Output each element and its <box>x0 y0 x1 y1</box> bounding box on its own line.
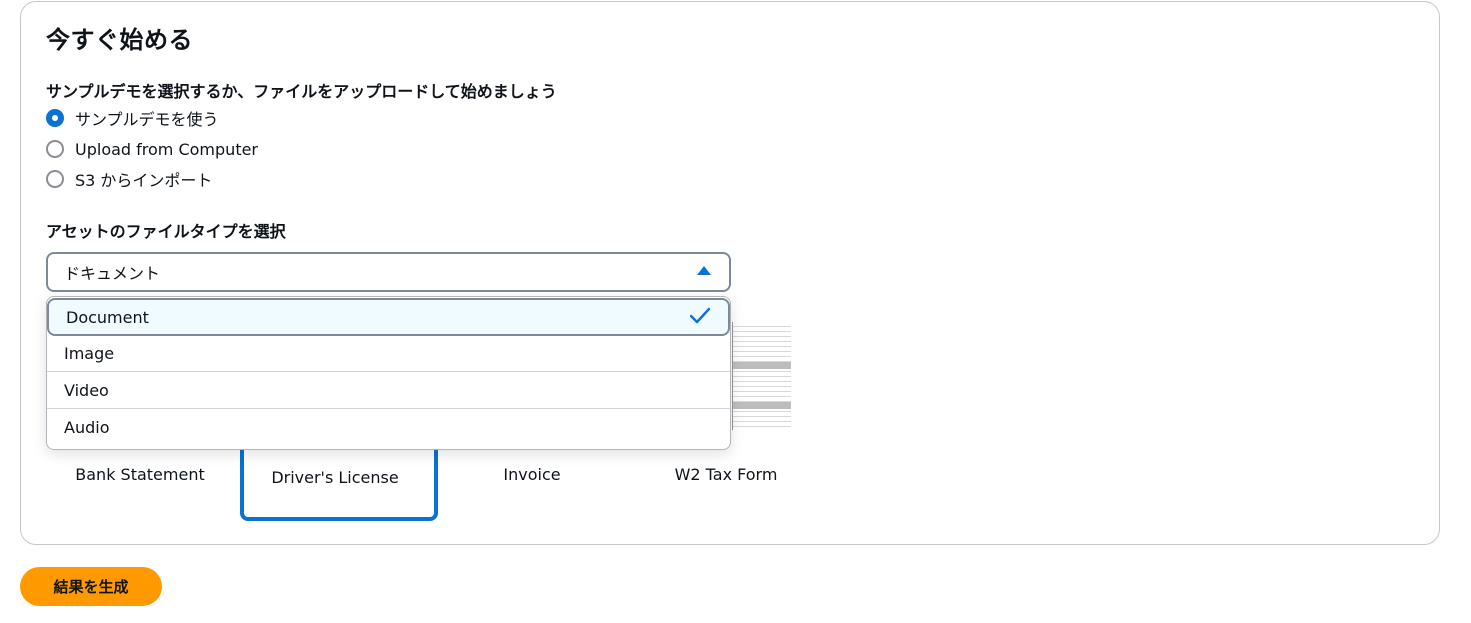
asset-type-value: ドキュメント <box>64 264 161 283</box>
sample-bank-statement[interactable]: Bank Statement <box>60 465 220 484</box>
sample-w2-tax-form[interactable]: W2 Tax Form <box>646 465 806 484</box>
caret-up-icon <box>697 266 711 275</box>
option-label: Video <box>64 381 109 400</box>
radio-unselected-icon[interactable] <box>46 170 64 188</box>
asset-type-dropdown: Document Image Video Audio <box>46 296 731 450</box>
document-band <box>733 402 791 409</box>
option-label: Image <box>64 344 115 363</box>
dropdown-option-document[interactable]: Document <box>47 298 730 336</box>
radio-label: S3 からインポート <box>75 171 213 190</box>
radio-selected-icon[interactable] <box>46 109 64 127</box>
page-title: 今すぐ始める <box>46 26 193 54</box>
radio-sample-demo[interactable]: サンプルデモを使う <box>46 107 219 129</box>
source-label: サンプルデモを選択するか、ファイルをアップロードして始めましょう <box>46 82 557 101</box>
radio-unselected-icon[interactable] <box>46 140 64 158</box>
generate-results-button[interactable]: 結果を生成 <box>20 567 162 606</box>
radio-upload-computer[interactable]: Upload from Computer <box>46 138 258 160</box>
dropdown-option-audio[interactable]: Audio <box>47 409 730 446</box>
asset-type-label: アセットのファイルタイプを選択 <box>46 222 286 241</box>
option-label: Audio <box>64 418 110 437</box>
option-label: Document <box>66 307 149 327</box>
check-icon <box>690 307 710 324</box>
radio-import-s3[interactable]: S3 からインポート <box>46 168 212 190</box>
radio-label: Upload from Computer <box>75 139 259 159</box>
dropdown-option-image[interactable]: Image <box>47 335 730 372</box>
dropdown-option-video[interactable]: Video <box>47 372 730 409</box>
radio-label: サンプルデモを使う <box>75 110 219 129</box>
w2-thumbnail-image[interactable] <box>732 322 791 430</box>
document-band <box>733 362 791 369</box>
sample-invoice[interactable]: Invoice <box>452 465 612 484</box>
asset-type-select[interactable]: ドキュメント <box>46 252 731 292</box>
sample-drivers-license[interactable]: Driver's License <box>244 468 426 487</box>
